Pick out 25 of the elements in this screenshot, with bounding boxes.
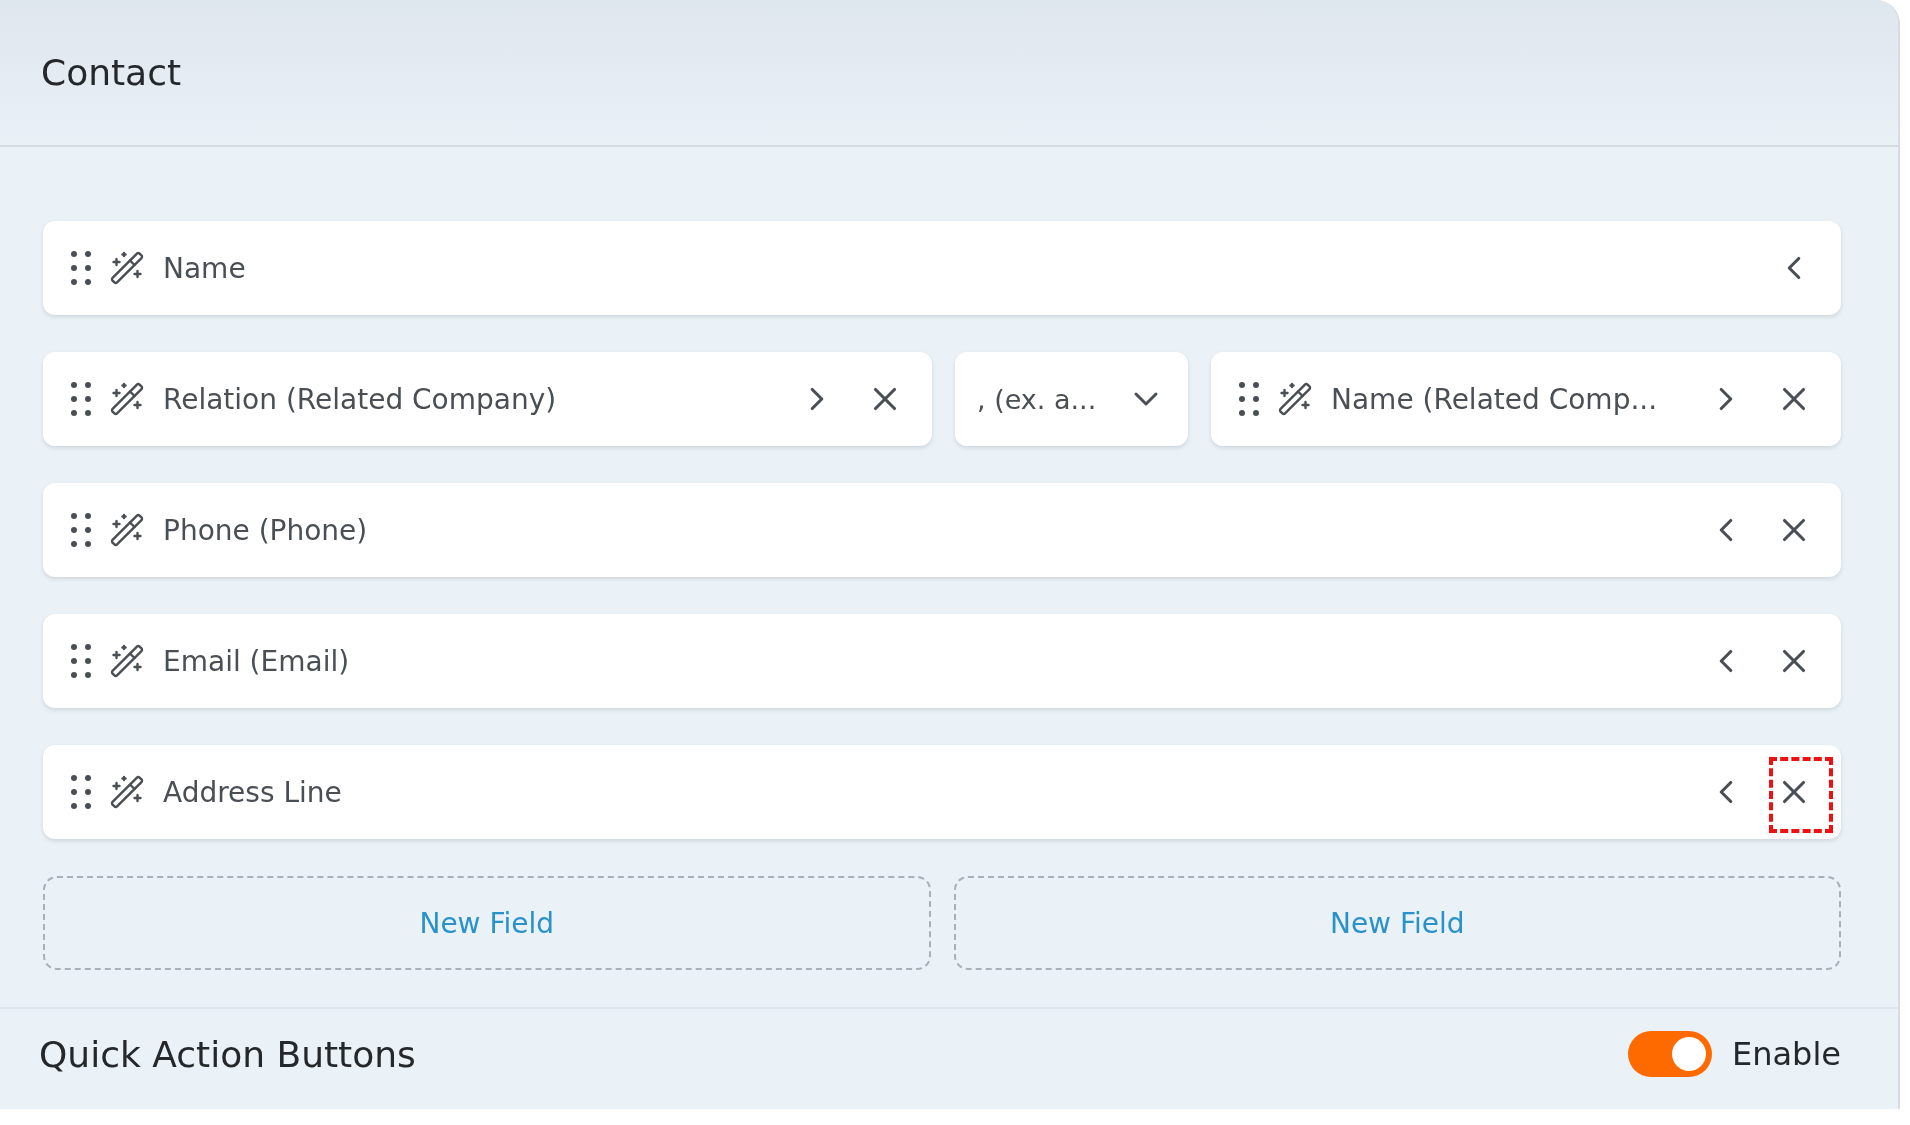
field-label: Name (Related Comp... [1331, 382, 1659, 416]
field-label: Email (Email) [163, 644, 351, 678]
drag-handle-icon[interactable] [71, 382, 91, 416]
field-label: Address Line [163, 775, 343, 809]
section-title: Quick Action Buttons [39, 1033, 416, 1075]
magic-wand-icon [109, 381, 145, 417]
toggle-label: Enable [1732, 1035, 1841, 1073]
magic-wand-icon [109, 643, 145, 679]
new-field-button[interactable]: New Field [953, 876, 1841, 970]
magic-wand-icon [109, 512, 145, 548]
panel-title: Contact [41, 52, 182, 93]
separator-dropdown[interactable]: , (ex. a... [955, 352, 1188, 446]
magic-wand-icon [109, 250, 145, 286]
field-label: Name [163, 251, 247, 285]
drag-handle-icon[interactable] [71, 251, 91, 285]
magic-wand-icon [109, 774, 145, 810]
drag-handle-icon[interactable] [71, 513, 91, 547]
drag-handle-icon[interactable] [71, 644, 91, 678]
field-label: Phone (Phone) [163, 513, 369, 547]
drag-handle-icon[interactable] [71, 775, 91, 809]
magic-wand-icon [1277, 381, 1313, 417]
drag-handle-icon[interactable] [1239, 382, 1259, 416]
field-label: Relation (Related Company) [163, 382, 558, 416]
enable-toggle[interactable] [1628, 1031, 1712, 1077]
new-field-button[interactable]: New Field [43, 876, 931, 970]
